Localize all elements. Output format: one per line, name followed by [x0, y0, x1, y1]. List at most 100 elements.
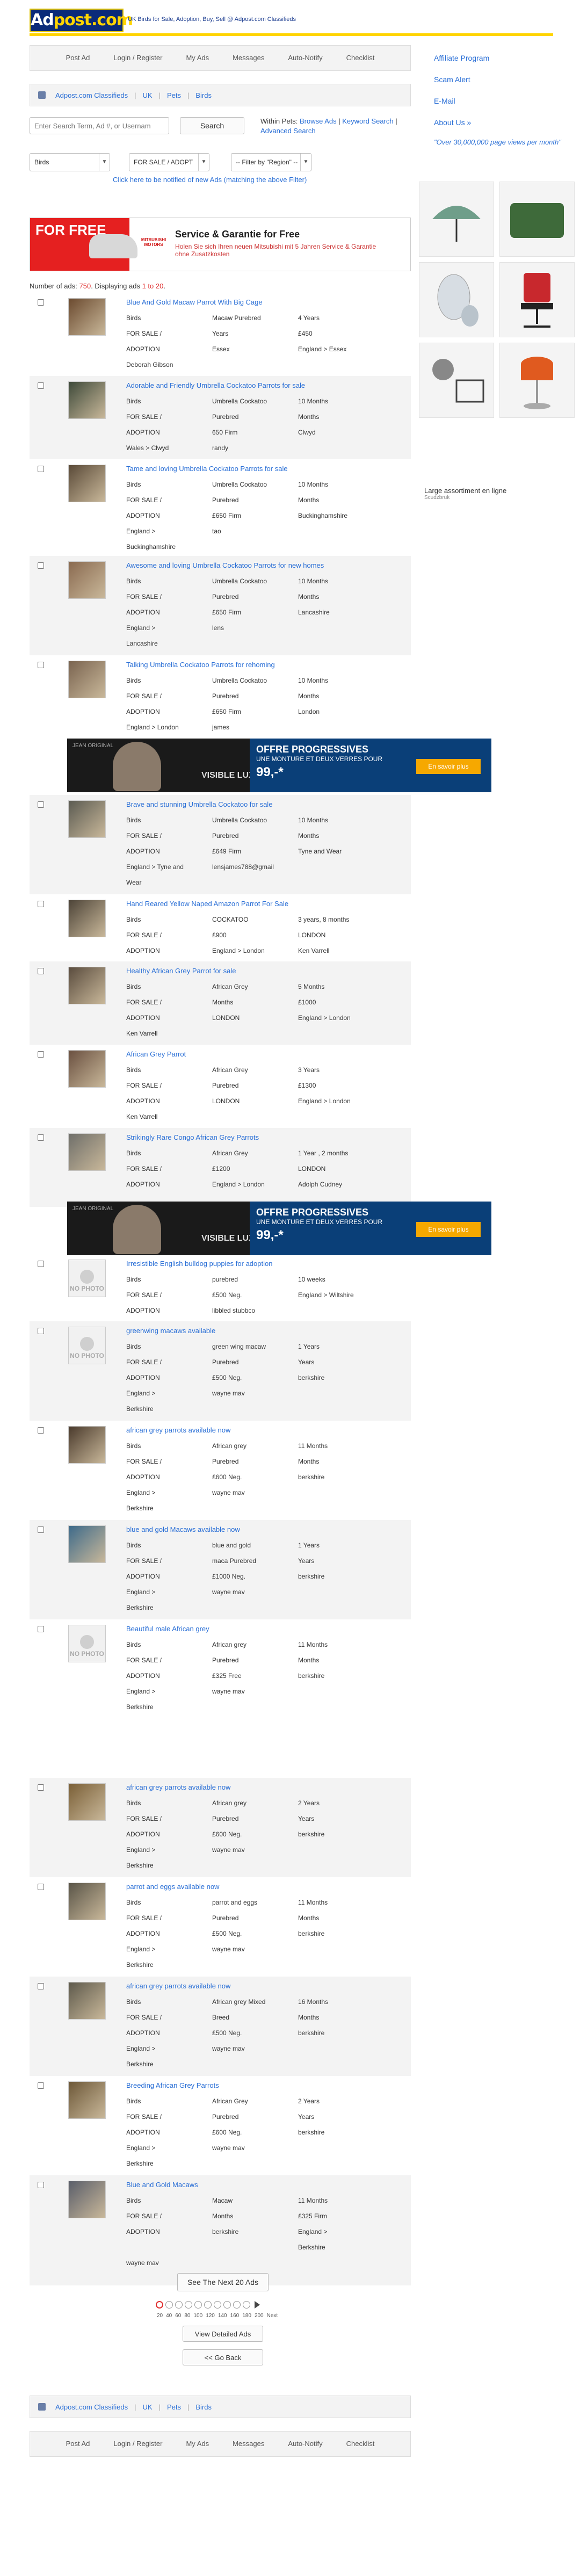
breadcrumb-classifieds[interactable]: Adpost.com Classifieds: [55, 91, 128, 99]
listing-title[interactable]: Breeding African Grey Parrots: [126, 2081, 219, 2089]
listing-checkbox[interactable]: [38, 1261, 44, 1267]
banner-cta-button[interactable]: En savoir plus: [416, 1222, 481, 1237]
listing-title[interactable]: greenwing macaws available: [126, 1327, 215, 1335]
page-number[interactable]: 120: [206, 2313, 215, 2319]
mid-banner-ad-1[interactable]: JEAN ORIGINAL VISIBLE LUX OFFRE PROGRESS…: [67, 739, 491, 792]
listing-item[interactable]: african grey parrots available now Birds A…: [30, 1778, 411, 1888]
listing-thumbnail[interactable]: [68, 2081, 106, 2119]
nav-messages[interactable]: Messages: [233, 54, 264, 62]
page-number[interactable]: 200: [255, 2313, 264, 2319]
listing-checkbox[interactable]: [38, 1626, 44, 1632]
listing-checkbox[interactable]: [38, 382, 44, 389]
region-select[interactable]: -- Filter by "Region" -- ▼: [231, 153, 311, 171]
listing-checkbox[interactable]: [38, 466, 44, 472]
page-number[interactable]: 100: [194, 2313, 203, 2319]
listing-title[interactable]: Beautiful male African grey: [126, 1625, 209, 1633]
listing-thumbnail[interactable]: [68, 2181, 106, 2218]
page-dot[interactable]: [214, 2301, 221, 2309]
page-dot[interactable]: [194, 2301, 202, 2309]
banner-cta-button[interactable]: En savoir plus: [416, 759, 481, 774]
listing-title[interactable]: Irresistible English bulldog puppies for…: [126, 1260, 272, 1268]
listing-checkbox[interactable]: [38, 1328, 44, 1334]
listing-item[interactable]: Tame and loving Umbrella Cockatoo Parrot…: [30, 459, 411, 569]
listing-item[interactable]: african grey parrots available now Birds A…: [30, 1977, 411, 2087]
home-icon[interactable]: [38, 91, 46, 99]
breadcrumb-birds[interactable]: Birds: [195, 2403, 212, 2411]
notify-link[interactable]: Click here to be notified of new Ads (ma…: [113, 176, 307, 184]
ad-product-office-chair[interactable]: [499, 262, 575, 337]
listing-item[interactable]: Brave and stunning Umbrella Cockatoo for…: [30, 795, 411, 905]
page-number[interactable]: Next: [267, 2313, 278, 2319]
listing-item[interactable]: parrot and eggs available now Birds parrot…: [30, 1877, 411, 1987]
breadcrumb-uk[interactable]: UK: [143, 91, 153, 99]
listing-thumbnail[interactable]: [68, 1525, 106, 1563]
listing-title[interactable]: Brave and stunning Umbrella Cockatoo for…: [126, 800, 272, 808]
listing-thumbnail[interactable]: [68, 967, 106, 1004]
page-number[interactable]: 20: [157, 2313, 163, 2319]
next-arrow-icon[interactable]: [255, 2301, 260, 2309]
listing-checkbox[interactable]: [38, 562, 44, 569]
next-20-ads-button[interactable]: See The Next 20 Ads: [177, 2273, 269, 2291]
page-number[interactable]: 60: [175, 2313, 181, 2319]
ad-product-stool[interactable]: [499, 343, 575, 418]
listing-item[interactable]: Strikingly Rare Congo African Grey Parro…: [30, 1128, 411, 1207]
listing-item[interactable]: Blue And Gold Macaw Parrot With Big Cage…: [30, 293, 411, 387]
nav-auto-notify[interactable]: Auto-Notify: [288, 2440, 322, 2448]
listing-title[interactable]: African Grey Parrot: [126, 1050, 186, 1058]
page-number[interactable]: 180: [242, 2313, 251, 2319]
mid-banner-ad-2[interactable]: JEAN ORIGINAL VISIBLE LUX OFFRE PROGRESS…: [67, 1202, 491, 1255]
listing-checkbox[interactable]: [38, 801, 44, 808]
listing-checkbox[interactable]: [38, 2182, 44, 2188]
page-dot[interactable]: [223, 2301, 231, 2309]
nav-messages[interactable]: Messages: [233, 2440, 264, 2448]
listing-title[interactable]: african grey parrots available now: [126, 1426, 230, 1434]
listing-checkbox[interactable]: [38, 299, 44, 306]
advanced-search-link[interactable]: Advanced Search: [260, 127, 316, 135]
listing-thumbnail[interactable]: [68, 800, 106, 838]
browse-ads-link[interactable]: Browse Ads: [300, 117, 337, 125]
listing-checkbox[interactable]: [38, 1134, 44, 1141]
page-dot[interactable]: [185, 2301, 192, 2309]
no-photo-placeholder[interactable]: NO PHOTO: [68, 1327, 106, 1364]
page-dot[interactable]: [175, 2301, 183, 2309]
go-back-button[interactable]: << Go Back: [183, 2349, 263, 2365]
listing-item[interactable]: Healthy African Grey Parrot for sale Bird…: [30, 961, 411, 1056]
listing-title[interactable]: Adorable and Friendly Umbrella Cockatoo …: [126, 381, 305, 389]
listing-item[interactable]: blue and gold Macaws available now Birds b…: [30, 1520, 411, 1630]
listing-thumbnail[interactable]: [68, 661, 106, 698]
listing-item[interactable]: NO PHOTO Beautiful male African grey Birds…: [30, 1619, 411, 1730]
listing-title[interactable]: Blue and Gold Macaws: [126, 2181, 198, 2189]
breadcrumb-uk[interactable]: UK: [143, 2403, 153, 2411]
listing-thumbnail[interactable]: [68, 1133, 106, 1171]
site-logo[interactable]: Adpost.com: [30, 9, 133, 32]
breadcrumb-classifieds[interactable]: Adpost.com Classifieds: [55, 2403, 128, 2411]
listing-checkbox[interactable]: [38, 1983, 44, 1989]
listing-thumbnail[interactable]: [68, 465, 106, 502]
ad-product-mirror[interactable]: [419, 262, 494, 337]
listing-title[interactable]: african grey parrots available now: [126, 1982, 230, 1990]
listing-title[interactable]: african grey parrots available now: [126, 1783, 230, 1791]
listing-title[interactable]: Strikingly Rare Congo African Grey Parro…: [126, 1133, 259, 1141]
no-photo-placeholder[interactable]: NO PHOTO: [68, 1625, 106, 1662]
listing-checkbox[interactable]: [38, 2082, 44, 2089]
listing-title[interactable]: blue and gold Macaws available now: [126, 1525, 240, 1533]
nav-auto-notify[interactable]: Auto-Notify: [288, 54, 322, 62]
listing-thumbnail[interactable]: [68, 1883, 106, 1920]
listing-title[interactable]: Hand Reared Yellow Naped Amazon Parrot F…: [126, 900, 288, 908]
listing-item[interactable]: african grey parrots available now Birds A…: [30, 1421, 411, 1531]
listing-checkbox[interactable]: [38, 968, 44, 974]
page-dot[interactable]: [204, 2301, 212, 2309]
listing-thumbnail[interactable]: [68, 1050, 106, 1088]
listing-thumbnail[interactable]: [68, 381, 106, 419]
nav-login-register[interactable]: Login / Register: [113, 2440, 162, 2448]
nav-post-ad[interactable]: Post Ad: [66, 2440, 90, 2448]
listing-item[interactable]: African Grey Parrot Birds African Grey 3 Ye…: [30, 1045, 411, 1139]
ad-product-umbrella[interactable]: [419, 182, 494, 257]
listing-checkbox[interactable]: [38, 1884, 44, 1890]
search-button[interactable]: Search: [180, 117, 244, 134]
listing-item[interactable]: Talking Umbrella Cockatoo Parrots for re…: [30, 655, 411, 750]
view-detailed-ads-button[interactable]: View Detailed Ads: [183, 2326, 263, 2342]
listing-thumbnail[interactable]: [68, 1982, 106, 2020]
listing-title[interactable]: Awesome and loving Umbrella Cockatoo Par…: [126, 561, 324, 569]
current-page-dot[interactable]: [156, 2301, 163, 2309]
